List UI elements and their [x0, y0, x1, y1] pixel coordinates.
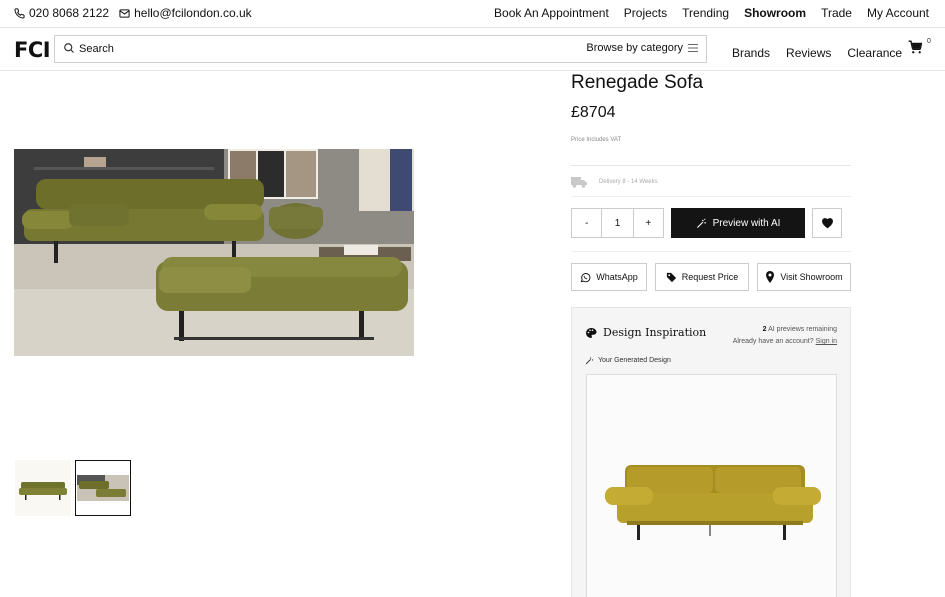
truck-icon	[571, 177, 587, 188]
quantity-minus-button[interactable]: -	[572, 209, 601, 237]
phone-icon	[14, 7, 25, 19]
top-link-my-account[interactable]: My Account	[867, 6, 929, 20]
generated-design-text: Your Generated Design	[598, 357, 671, 364]
heart-icon	[821, 218, 833, 229]
design-inspiration-panel: Design Inspiration 2 AI previews remaini…	[571, 307, 851, 597]
tag-icon	[666, 272, 676, 282]
quantity-value[interactable]: 1	[601, 209, 634, 237]
quantity-plus-button[interactable]: +	[634, 209, 663, 237]
nav-brands[interactable]: Brands	[732, 46, 770, 60]
product-main-image[interactable]	[14, 149, 414, 356]
previews-text: AI previews remaining	[768, 326, 837, 333]
browse-category-button[interactable]: Browse by category	[586, 42, 698, 54]
top-links: Book An Appointment Projects Trending Sh…	[494, 6, 929, 20]
thumbnail-room-image	[76, 461, 130, 515]
sofa-room-photo	[14, 149, 414, 356]
ai-previews-remaining: 2 AI previews remaining Already have an …	[733, 324, 837, 348]
product-price: £8704	[571, 104, 616, 121]
visit-showroom-button[interactable]: Visit Showroom	[757, 263, 851, 291]
vat-note: Price Includes VAT	[571, 137, 622, 143]
visit-showroom-label: Visit Showroom	[780, 272, 843, 282]
cart-icon[interactable]	[908, 40, 922, 54]
search-input[interactable]	[79, 39, 579, 59]
top-link-trade[interactable]: Trade	[821, 6, 852, 20]
mustard-sofa-image	[605, 465, 821, 540]
sign-in-link[interactable]: Sign in	[816, 338, 837, 345]
email-address: hello@fcilondon.co.uk	[134, 6, 252, 20]
map-pin-icon	[766, 271, 775, 283]
generated-design-label: Your Generated Design	[585, 356, 671, 365]
preview-with-ai-label: Preview with AI	[712, 217, 781, 229]
design-inspiration-title: Design Inspiration	[603, 326, 707, 339]
previews-count: 2	[762, 326, 767, 333]
search-icon	[64, 43, 74, 53]
nav-clearance[interactable]: Clearance	[847, 46, 902, 60]
top-link-book-appointment[interactable]: Book An Appointment	[494, 6, 609, 20]
palette-icon	[586, 327, 597, 338]
thumbnail-2[interactable]	[75, 460, 131, 516]
main-nav: Brands Reviews Clearance	[732, 46, 902, 60]
nav-reviews[interactable]: Reviews	[786, 46, 831, 60]
browse-category-label: Browse by category	[586, 42, 683, 54]
cart-count-badge: 0	[927, 38, 931, 45]
request-price-button[interactable]: Request Price	[655, 263, 749, 291]
delivery-info: Delivery 8 - 14 Weeks	[571, 176, 658, 188]
top-link-trending[interactable]: Trending	[682, 6, 729, 20]
account-prompt: Already have an account?	[732, 338, 814, 345]
divider	[571, 196, 851, 197]
thumbnail-sofa-image	[19, 482, 67, 500]
email-link[interactable]: hello@fcilondon.co.uk	[119, 6, 252, 20]
quantity-stepper: - 1 +	[571, 208, 664, 238]
logo[interactable]: FCI	[14, 38, 51, 62]
divider	[571, 165, 851, 166]
search-bar: Browse by category	[54, 35, 707, 63]
top-link-projects[interactable]: Projects	[624, 6, 667, 20]
whatsapp-button[interactable]: WhatsApp	[571, 263, 647, 291]
magic-wand-icon	[585, 357, 594, 365]
thumbnail-strip	[15, 460, 131, 516]
phone-link[interactable]: 020 8068 2122	[14, 6, 109, 20]
thumbnail-1[interactable]	[15, 460, 71, 516]
top-link-showroom[interactable]: Showroom	[744, 6, 806, 20]
whatsapp-icon	[580, 272, 591, 282]
contact-info: 020 8068 2122 hello@fcilondon.co.uk	[14, 6, 252, 20]
main-header: FCI Browse by category Brands Reviews Cl…	[0, 29, 945, 71]
menu-icon	[688, 44, 698, 52]
mail-icon	[119, 8, 130, 18]
magic-wand-icon	[696, 218, 706, 228]
request-price-label: Request Price	[681, 272, 739, 282]
delivery-text: Delivery 8 - 14 Weeks	[599, 179, 658, 185]
phone-number: 020 8068 2122	[29, 6, 110, 20]
generated-design-image[interactable]	[586, 374, 837, 597]
wishlist-button[interactable]	[812, 208, 842, 238]
divider	[571, 251, 851, 252]
preview-with-ai-button[interactable]: Preview with AI	[671, 208, 805, 238]
product-title: Renegade Sofa	[571, 72, 704, 93]
top-bar: 020 8068 2122 hello@fcilondon.co.uk Book…	[0, 0, 945, 28]
design-inspiration-header: Design Inspiration	[585, 326, 706, 339]
whatsapp-label: WhatsApp	[596, 272, 638, 282]
